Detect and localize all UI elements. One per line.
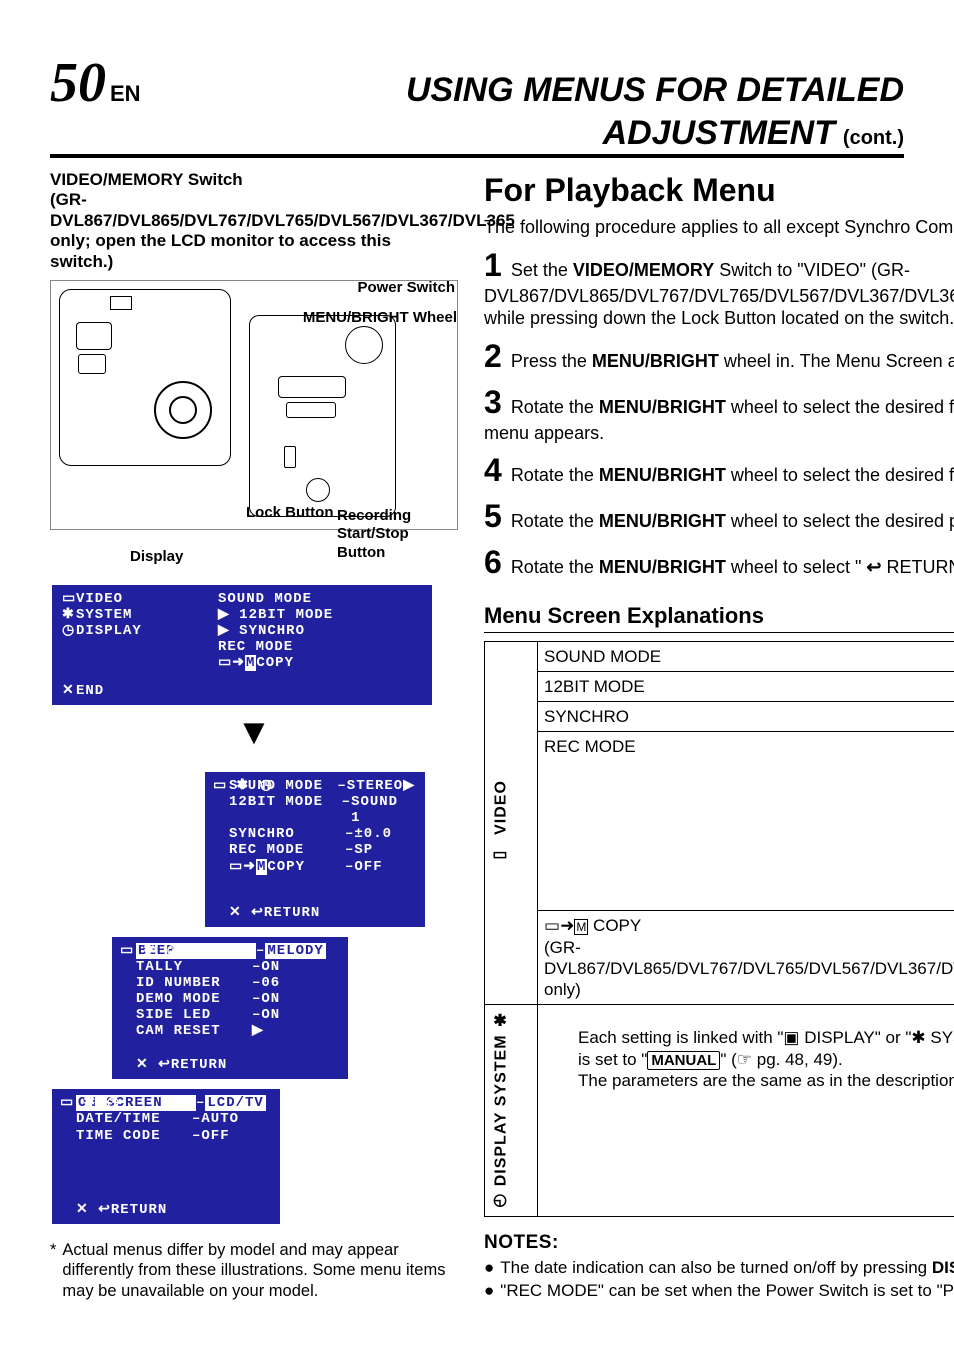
return-icon: ↩ [251,905,264,921]
menu-screen-system: ▭ ✱ ◷ BEEP– MELODY TALLY– ON ID NUMBER– … [112,937,348,1080]
camera-icon: ▣ [783,1028,799,1047]
left-column: VIDEO/MEMORY Switch (GR-DVL867/DVL865/DV… [50,170,458,1302]
arrow-icon: ➜ [560,916,574,935]
synchro-label: SYNCHRO [538,702,954,732]
twelve-bit-label: 12BIT MODE [538,671,954,701]
tools-icon: ✱ [911,1028,925,1047]
step-3: 3 Rotate the MENU/BRIGHT wheel to select… [484,382,954,445]
camera-illustration-box: Power Switch MENU/BRIGHT Wheel Lock Butt… [50,280,458,530]
close-icon: ✕ [229,905,242,921]
tools-icon: ✱ [62,607,76,623]
arrow-icon: ➜ [232,655,245,671]
menu-screen-sound: ▭ ✱ ◷ SOUND MODE– STEREO▶ 12BIT MODE– SO… [205,772,425,927]
sound-mode-label: SOUND MODE [538,641,954,671]
page-lang: EN [110,80,141,108]
display-system-section-header: ◷ DISPLAY SYSTEM ✱ [485,1005,538,1217]
recording-button-callout: Recording Start/Stop Button [337,507,457,563]
close-icon: ✕ [62,683,76,699]
clock-icon: ◷ [492,1192,509,1212]
right-column: For Playback Menu The following procedur… [484,170,954,1302]
tools-icon: ✱ [492,1009,509,1029]
menu-explanations-table: ▭ VIDEO SOUND MODE pg. 51. 12BIT MODE pg… [484,641,954,1217]
disclaimer-text: * Actual menus differ by model and may a… [50,1240,458,1302]
tape-icon: ▭ [492,846,509,866]
tape-icon: ▭ [213,778,227,794]
return-icon [866,557,881,577]
step-2: 2 Press the MENU/BRIGHT wheel in. The Me… [484,336,954,376]
notes-heading: NOTES: [484,1231,954,1255]
tape-icon: ▭ [544,916,560,935]
step-4: 4 Rotate the MENU/BRIGHT wheel to select… [484,450,954,490]
camera-front-drawing [59,289,231,466]
video-section-header: ▭ VIDEO [485,641,538,1005]
tape-icon: ▭ [218,655,232,671]
tape-icon: ▭ [62,591,76,607]
menu-screen-display: ▭ ✱ ◷ ON SCREEN– LCD/TV DATE/TIME– AUTO … [52,1089,280,1223]
step-5: 5 Rotate the MENU/BRIGHT wheel to select… [484,496,954,536]
videomemory-switch-label: VIDEO/MEMORY Switch [50,170,458,190]
playback-menu-title: For Playback Menu [484,170,954,210]
page-title: USING MENUS FOR DETAILED ADJUSTMENT(cont… [141,69,904,154]
note-1: ● The date indication can also be turned… [484,1257,954,1278]
step-6: 6 Rotate the MENU/BRIGHT wheel to select… [484,542,954,582]
lock-button-callout: Lock Button [246,504,334,523]
step-1: 1 Set the VIDEO/MEMORY Switch to "VIDEO"… [484,245,954,330]
hand-icon [737,1050,752,1069]
rec-mode-label: REC MODE [538,732,954,911]
page-number: 50 [50,48,106,118]
copy-label: ▭➜M COPY (GR-DVL867/DVL865/DVL767/DVL765… [538,911,954,1005]
memory-icon: M [245,655,256,671]
note-2: ● "REC MODE" can be set when the Power S… [484,1280,954,1302]
models-note: (GR-DVL867/DVL865/DVL767/DVL765/DVL567/D… [50,190,458,272]
memory-icon: M [574,919,588,935]
menu-explanations-heading: Menu Screen Explanations [484,602,954,633]
page-header: 50 EN USING MENUS FOR DETAILED ADJUSTMEN… [50,48,904,158]
down-arrow-icon: ▼ [50,709,458,754]
menu-screen-main: ▭VIDEO ✱SYSTEM ◷DISPLAY ✕END SOUND MODE … [52,585,432,705]
clock-icon: ◷ [62,623,76,639]
intro-text: The following procedure applies to all e… [484,216,954,239]
display-system-desc: Each setting is linked with "▣ DISPLAY" … [538,1005,954,1217]
camera-side-drawing [249,315,396,517]
